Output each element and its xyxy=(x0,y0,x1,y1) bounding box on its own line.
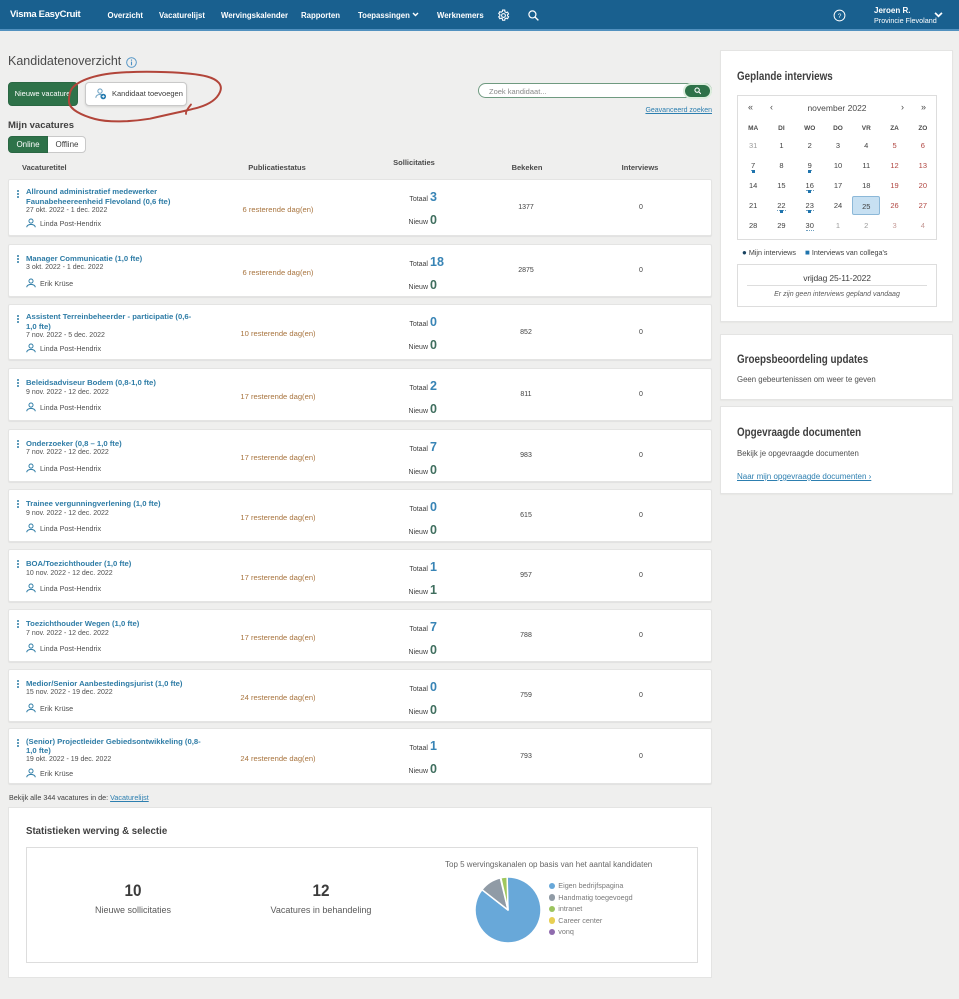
svg-text:?: ? xyxy=(838,13,842,20)
